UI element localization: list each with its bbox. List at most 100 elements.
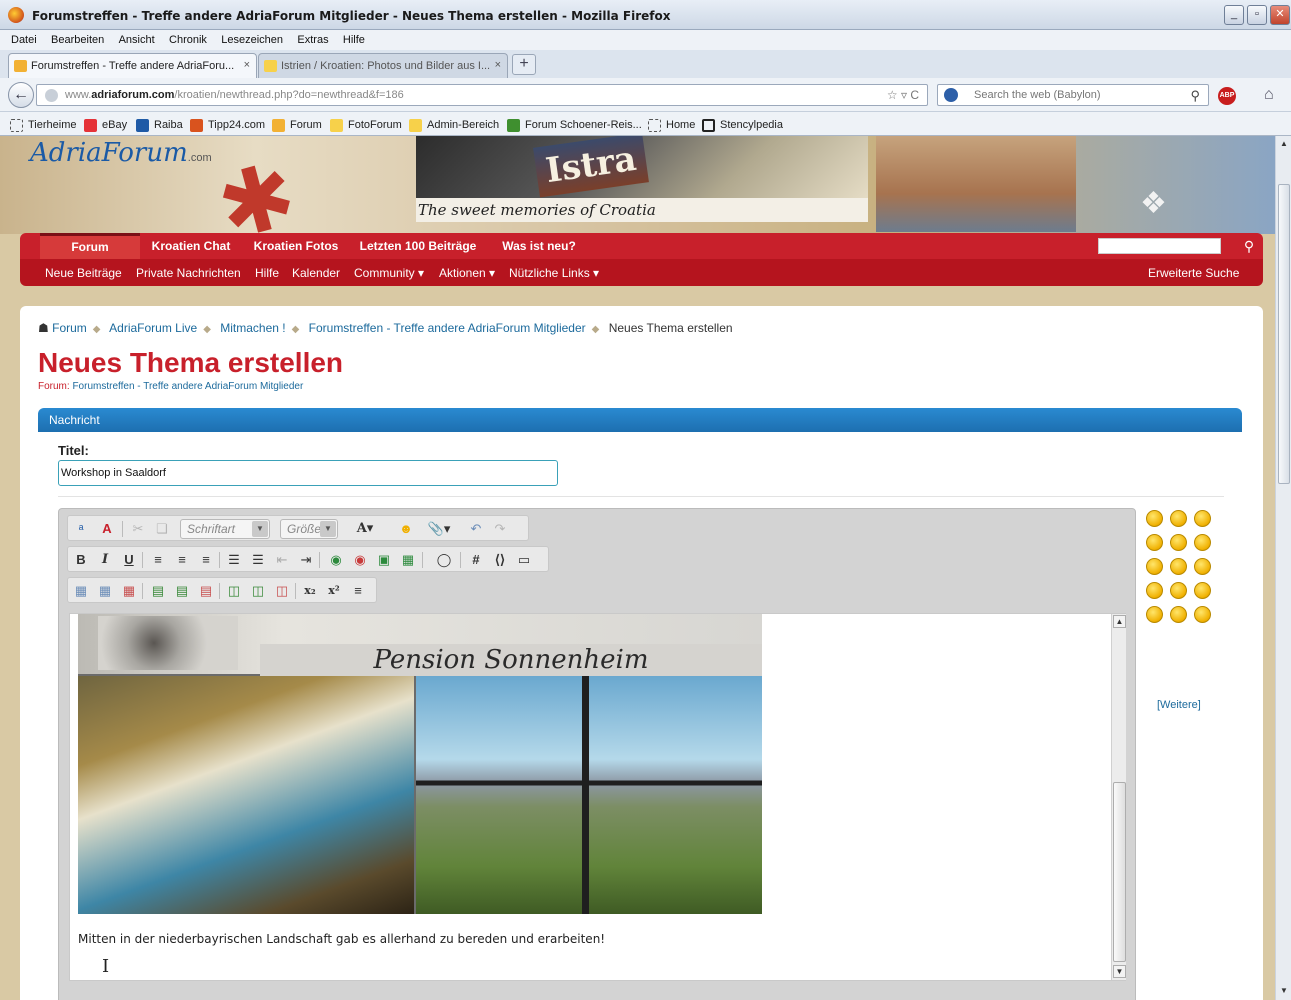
nav-kroatien-fotos[interactable]: Kroatien Fotos [248, 233, 344, 259]
menu-lesezeichen[interactable]: Lesezeichen [221, 34, 283, 46]
nav-letzten-100[interactable]: Letzten 100 Beiträge [354, 233, 482, 259]
italic-icon[interactable]: I [95, 550, 115, 570]
breadcrumb-forum[interactable]: Forum [52, 321, 87, 335]
tab-close-icon[interactable]: × [495, 59, 501, 71]
table-icon[interactable]: ▦ [71, 581, 91, 601]
menu-hilfe[interactable]: Hilfe [343, 34, 365, 46]
smiley-icon[interactable] [1146, 534, 1163, 551]
align-right-icon[interactable]: ≡ [196, 550, 216, 570]
nav-kalender[interactable]: Kalender [292, 266, 340, 280]
row-delete-icon[interactable]: ▤ [196, 581, 216, 601]
align-center-icon[interactable]: ≡ [172, 550, 192, 570]
unordered-list-icon[interactable]: ☰ [248, 550, 268, 570]
scroll-down-icon[interactable]: ▼ [1113, 965, 1126, 978]
underline-icon[interactable]: U [119, 550, 139, 570]
editor-content-area[interactable]: Pension Sonnenheim Mitten in der niederb… [69, 613, 1126, 981]
editor-scrollbar[interactable]: ▲ ▼ [1111, 614, 1126, 980]
link-icon[interactable]: ◉ [326, 550, 346, 570]
tab-forumstreffen[interactable]: Forumstreffen - Treffe andere AdriaForu.… [8, 53, 257, 78]
smiley-icon[interactable] [1170, 558, 1187, 575]
superscript-icon[interactable]: x² [324, 581, 344, 601]
title-input[interactable]: Workshop in Saaldorf [58, 460, 558, 486]
php-icon[interactable]: ▭ [514, 550, 534, 570]
table-props-icon[interactable]: ▦ [95, 581, 115, 601]
bookmark-raiba[interactable]: Raiba [136, 119, 183, 132]
menu-chronik[interactable]: Chronik [169, 34, 207, 46]
bookmark-fotoforum[interactable]: FotoForum [330, 119, 402, 132]
nav-kroatien-chat[interactable]: Kroatien Chat [146, 233, 236, 259]
quote-icon[interactable]: ◯ [434, 550, 454, 570]
search-input[interactable]: Search the web (Babylon) ⚲ [937, 84, 1209, 106]
breadcrumb-forumstreffen[interactable]: Forumstreffen - Treffe andere AdriaForum… [309, 321, 586, 335]
smiley-icon[interactable] [1194, 582, 1211, 599]
search-icon[interactable]: ⚲ [1190, 86, 1200, 106]
code-icon[interactable]: ⟨⟩ [490, 550, 510, 570]
image-icon[interactable]: ▣ [374, 550, 394, 570]
smiley-icon[interactable] [1146, 558, 1163, 575]
smiley-icon[interactable] [1194, 510, 1211, 527]
adblock-icon[interactable]: ABP [1218, 87, 1236, 105]
switch-mode-icon[interactable]: A [97, 519, 117, 539]
col-right-icon[interactable]: ◫ [248, 581, 268, 601]
home-icon[interactable]: ⌂ [1264, 86, 1274, 104]
subscript-icon[interactable]: x₂ [300, 581, 320, 601]
align-left-icon[interactable]: ≡ [148, 550, 168, 570]
breadcrumb-mitmachen[interactable]: Mitmachen ! [220, 321, 285, 335]
scroll-up-icon[interactable]: ▲ [1278, 139, 1290, 151]
smiley-icon[interactable] [1146, 606, 1163, 623]
outdent-icon[interactable]: ⇤ [272, 550, 292, 570]
scroll-down-icon[interactable]: ▼ [1278, 986, 1290, 998]
scroll-up-icon[interactable]: ▲ [1113, 615, 1126, 628]
smiley-icon[interactable] [1146, 510, 1163, 527]
copy-icon[interactable]: ❏ [152, 519, 172, 539]
nav-community[interactable]: Community ▾ [354, 266, 424, 280]
site-logo[interactable]: AdriaForum.com [30, 138, 212, 218]
cut-icon[interactable]: ✂ [128, 519, 148, 539]
nav-aktionen[interactable]: Aktionen ▾ [439, 266, 495, 280]
page-scrollbar[interactable]: ▲ ▼ [1275, 136, 1291, 1000]
tab-close-icon[interactable]: × [244, 59, 250, 71]
smiley-icon[interactable] [1170, 606, 1187, 623]
menu-bearbeiten[interactable]: Bearbeiten [51, 34, 104, 46]
breadcrumb-adriaforum-live[interactable]: AdriaForum Live [109, 321, 197, 335]
menu-extras[interactable]: Extras [297, 34, 328, 46]
smiley-icon[interactable] [1170, 510, 1187, 527]
text-color-icon[interactable]: A▾ [350, 519, 380, 539]
hash-icon[interactable]: # [466, 550, 486, 570]
row-below-icon[interactable]: ▤ [172, 581, 192, 601]
smiley-icon[interactable] [1170, 534, 1187, 551]
url-bar[interactable]: www.adriaforum.com/kroatien/newthread.ph… [36, 84, 928, 106]
row-above-icon[interactable]: ▤ [148, 581, 168, 601]
nav-nuetzliche-links[interactable]: Nützliche Links ▾ [509, 266, 599, 280]
menu-ansicht[interactable]: Ansicht [119, 34, 155, 46]
bookmark-home[interactable]: Home [648, 119, 695, 132]
bookmark-ebay[interactable]: eBay [84, 119, 127, 132]
site-search-input[interactable] [1098, 238, 1221, 254]
smiley-icon[interactable] [1194, 606, 1211, 623]
font-select[interactable]: Schriftart ▼ [180, 519, 270, 539]
bookmark-tipp24[interactable]: Tipp24.com [190, 119, 265, 132]
page-scroll-thumb[interactable] [1278, 184, 1290, 484]
site-search-icon[interactable]: ⚲ [1239, 236, 1259, 256]
nav-hilfe[interactable]: Hilfe [255, 266, 279, 280]
smiley-icon[interactable] [1194, 534, 1211, 551]
attachment-icon[interactable]: 📎▾ [426, 519, 452, 539]
back-button[interactable]: ← [8, 82, 34, 108]
close-button[interactable]: ✕ [1270, 5, 1290, 25]
bookmark-admin[interactable]: Admin-Bereich [409, 119, 499, 132]
more-smilies-link[interactable]: [Weitere] [1157, 699, 1201, 711]
smiley-icon[interactable] [1146, 582, 1163, 599]
bookmark-forum[interactable]: Forum [272, 119, 322, 132]
editor-scroll-thumb[interactable] [1113, 782, 1126, 962]
nav-forum[interactable]: Forum [40, 233, 140, 259]
undo-icon[interactable]: ↶ [466, 519, 486, 539]
nav-was-ist-neu[interactable]: Was ist neu? [494, 233, 584, 259]
video-icon[interactable]: ▦ [398, 550, 418, 570]
col-delete-icon[interactable]: ◫ [272, 581, 292, 601]
redo-icon[interactable]: ↷ [490, 519, 510, 539]
nav-private-nachrichten[interactable]: Private Nachrichten [136, 266, 241, 280]
new-tab-button[interactable]: + [512, 54, 536, 75]
tab-istrien[interactable]: Istrien / Kroatien: Photos und Bilder au… [258, 53, 508, 78]
forum-link[interactable]: Forumstreffen - Treffe andere AdriaForum… [72, 381, 303, 392]
smiley-icon[interactable] [1170, 582, 1187, 599]
